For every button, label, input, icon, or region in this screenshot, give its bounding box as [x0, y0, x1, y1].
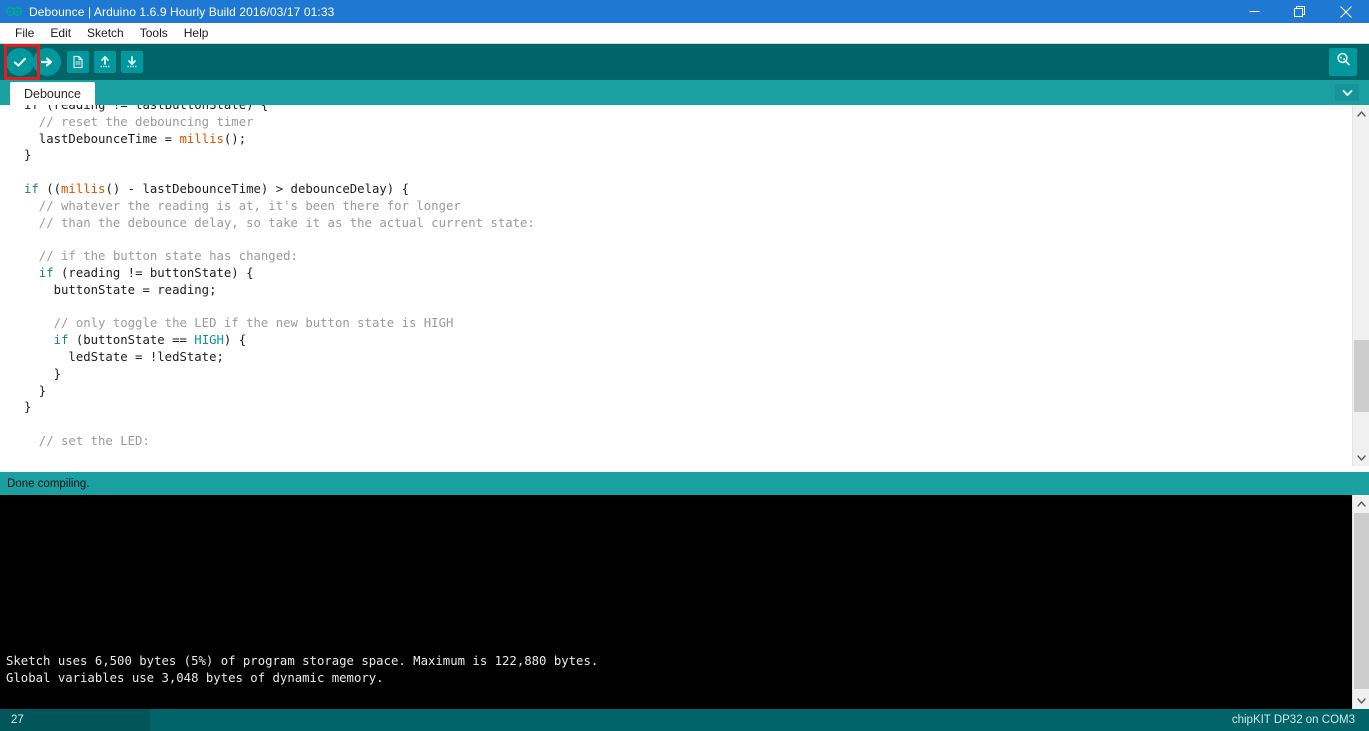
code-text: if (reading != lastButtonState) { // res…: [24, 105, 535, 450]
board-port-text: chipKIT DP32 on COM3: [1231, 714, 1355, 726]
code-token: if: [24, 265, 62, 280]
arduino-logo-icon: [6, 4, 22, 20]
code-line: }: [24, 399, 535, 416]
console-scroll-thumb[interactable]: [1354, 513, 1369, 689]
code-token: }: [24, 400, 32, 415]
code-token: millis: [61, 181, 106, 196]
arrow-up-icon: [94, 51, 116, 73]
code-line: // only toggle the LED if the new button…: [24, 315, 535, 332]
console-output-panel[interactable]: Sketch uses 6,500 bytes (5%) of program …: [0, 495, 1352, 709]
menu-item-help[interactable]: Help: [176, 24, 217, 43]
code-line: // than the debounce delay, so take it a…: [24, 215, 535, 232]
console-scrollbar[interactable]: [1352, 495, 1369, 709]
verify-button[interactable]: [6, 48, 34, 76]
code-token: if: [24, 181, 47, 196]
menu-item-edit[interactable]: Edit: [42, 24, 79, 43]
code-token: }: [24, 366, 62, 381]
menubar: File Edit Sketch Tools Help: [0, 23, 1369, 44]
editor-scroll-up-icon[interactable]: [1353, 105, 1369, 122]
code-line: if (buttonState == HIGH) {: [24, 332, 535, 349]
checkmark-icon: [6, 48, 34, 76]
close-icon[interactable]: [1323, 0, 1369, 23]
toolbar: [0, 44, 1369, 80]
code-token: millis: [179, 131, 224, 146]
tab-menu-button[interactable]: [1335, 84, 1359, 101]
console-scroll-down-icon[interactable]: [1353, 692, 1369, 709]
code-line: }: [24, 383, 535, 400]
code-token: if: [24, 333, 76, 348]
restore-icon[interactable]: [1277, 0, 1323, 23]
code-line: // if the button state has changed:: [24, 248, 535, 265]
window-titlebar: Debounce | Arduino 1.6.9 Hourly Build 20…: [0, 0, 1369, 23]
window-title: Debounce | Arduino 1.6.9 Hourly Build 20…: [29, 4, 335, 19]
code-token: }: [24, 148, 32, 163]
code-line: ledState = !ledState;: [24, 349, 535, 366]
code-token: ) {: [223, 333, 247, 348]
code-token: // reset the debouncing timer: [24, 114, 254, 129]
console-scroll-up-icon[interactable]: [1353, 495, 1369, 512]
code-line: if (reading != buttonState) {: [24, 265, 535, 282]
code-line: // whatever the reading is at, it's been…: [24, 198, 535, 215]
code-line: if (reading != lastButtonState) {: [24, 105, 535, 114]
tab-debounce[interactable]: Debounce: [10, 82, 95, 105]
editor-scrollbar[interactable]: [1352, 105, 1369, 466]
code-token: // only toggle the LED if the new button…: [24, 316, 454, 331]
code-token: HIGH: [194, 333, 224, 348]
upload-button[interactable]: [33, 48, 61, 76]
code-token: buttonState = reading;: [24, 282, 217, 297]
code-line: // reset the debouncing timer: [24, 114, 535, 131]
code-token: () - lastDebounceTime) > debounceDelay) …: [105, 181, 409, 196]
line-number-indicator: 27: [0, 709, 150, 731]
code-token: ();: [223, 131, 247, 146]
magnifier-icon: [1335, 51, 1352, 73]
editor-scroll-thumb[interactable]: [1354, 340, 1369, 412]
tabbar: Debounce: [0, 80, 1369, 105]
tab-label: Debounce: [24, 86, 81, 101]
arrow-down-icon: [121, 51, 143, 73]
editor-scroll-down-icon[interactable]: [1353, 449, 1369, 466]
board-port-info: chipKIT DP32 on COM3: [1232, 709, 1355, 731]
line-number: 27: [11, 714, 24, 726]
code-token: // than the debounce delay, so take it a…: [24, 215, 535, 230]
code-token: ((: [46, 181, 62, 196]
new-document-icon: [67, 51, 89, 73]
code-token: ledState = !ledState;: [24, 349, 224, 364]
bottom-status-bar: 27 chipKIT DP32 on COM3: [0, 709, 1369, 731]
code-line: }: [24, 147, 535, 164]
code-line: if ((millis() - lastDebounceTime) > debo…: [24, 181, 535, 198]
code-token: // set the LED:: [24, 433, 150, 448]
code-line: buttonState = reading;: [24, 282, 535, 299]
code-line: }: [24, 366, 535, 383]
arduino-ide-window: Debounce | Arduino 1.6.9 Hourly Build 20…: [0, 0, 1369, 731]
code-token: (reading != buttonState) {: [61, 265, 254, 280]
serial-monitor-button[interactable]: [1329, 48, 1357, 76]
window-controls: [1231, 0, 1369, 23]
status-text: Done compiling.: [7, 477, 90, 490]
status-bar-message: Done compiling.: [0, 472, 1369, 495]
arrow-right-icon: [33, 48, 61, 76]
code-token: lastDebounceTime =: [24, 131, 180, 146]
code-token: (buttonState ==: [75, 333, 195, 348]
code-token: // if the button state has changed:: [24, 249, 298, 264]
menu-item-file[interactable]: File: [7, 24, 42, 43]
menu-item-tools[interactable]: Tools: [132, 24, 176, 43]
save-button[interactable]: [118, 48, 146, 76]
code-token: if (reading != lastButtonState) {: [24, 105, 269, 112]
code-editor[interactable]: if (reading != lastButtonState) { // res…: [0, 105, 1352, 466]
new-button[interactable]: [64, 48, 92, 76]
open-button[interactable]: [91, 48, 119, 76]
code-line: // set the LED:: [24, 433, 535, 450]
menu-item-sketch[interactable]: Sketch: [79, 24, 132, 43]
minimize-icon[interactable]: [1231, 0, 1277, 23]
code-token: }: [24, 383, 47, 398]
console-text: Sketch uses 6,500 bytes (5%) of program …: [6, 654, 599, 685]
chevron-down-icon: [1342, 84, 1353, 102]
code-token: // whatever the reading is at, it's been…: [24, 198, 461, 213]
code-line: lastDebounceTime = millis();: [24, 131, 535, 148]
